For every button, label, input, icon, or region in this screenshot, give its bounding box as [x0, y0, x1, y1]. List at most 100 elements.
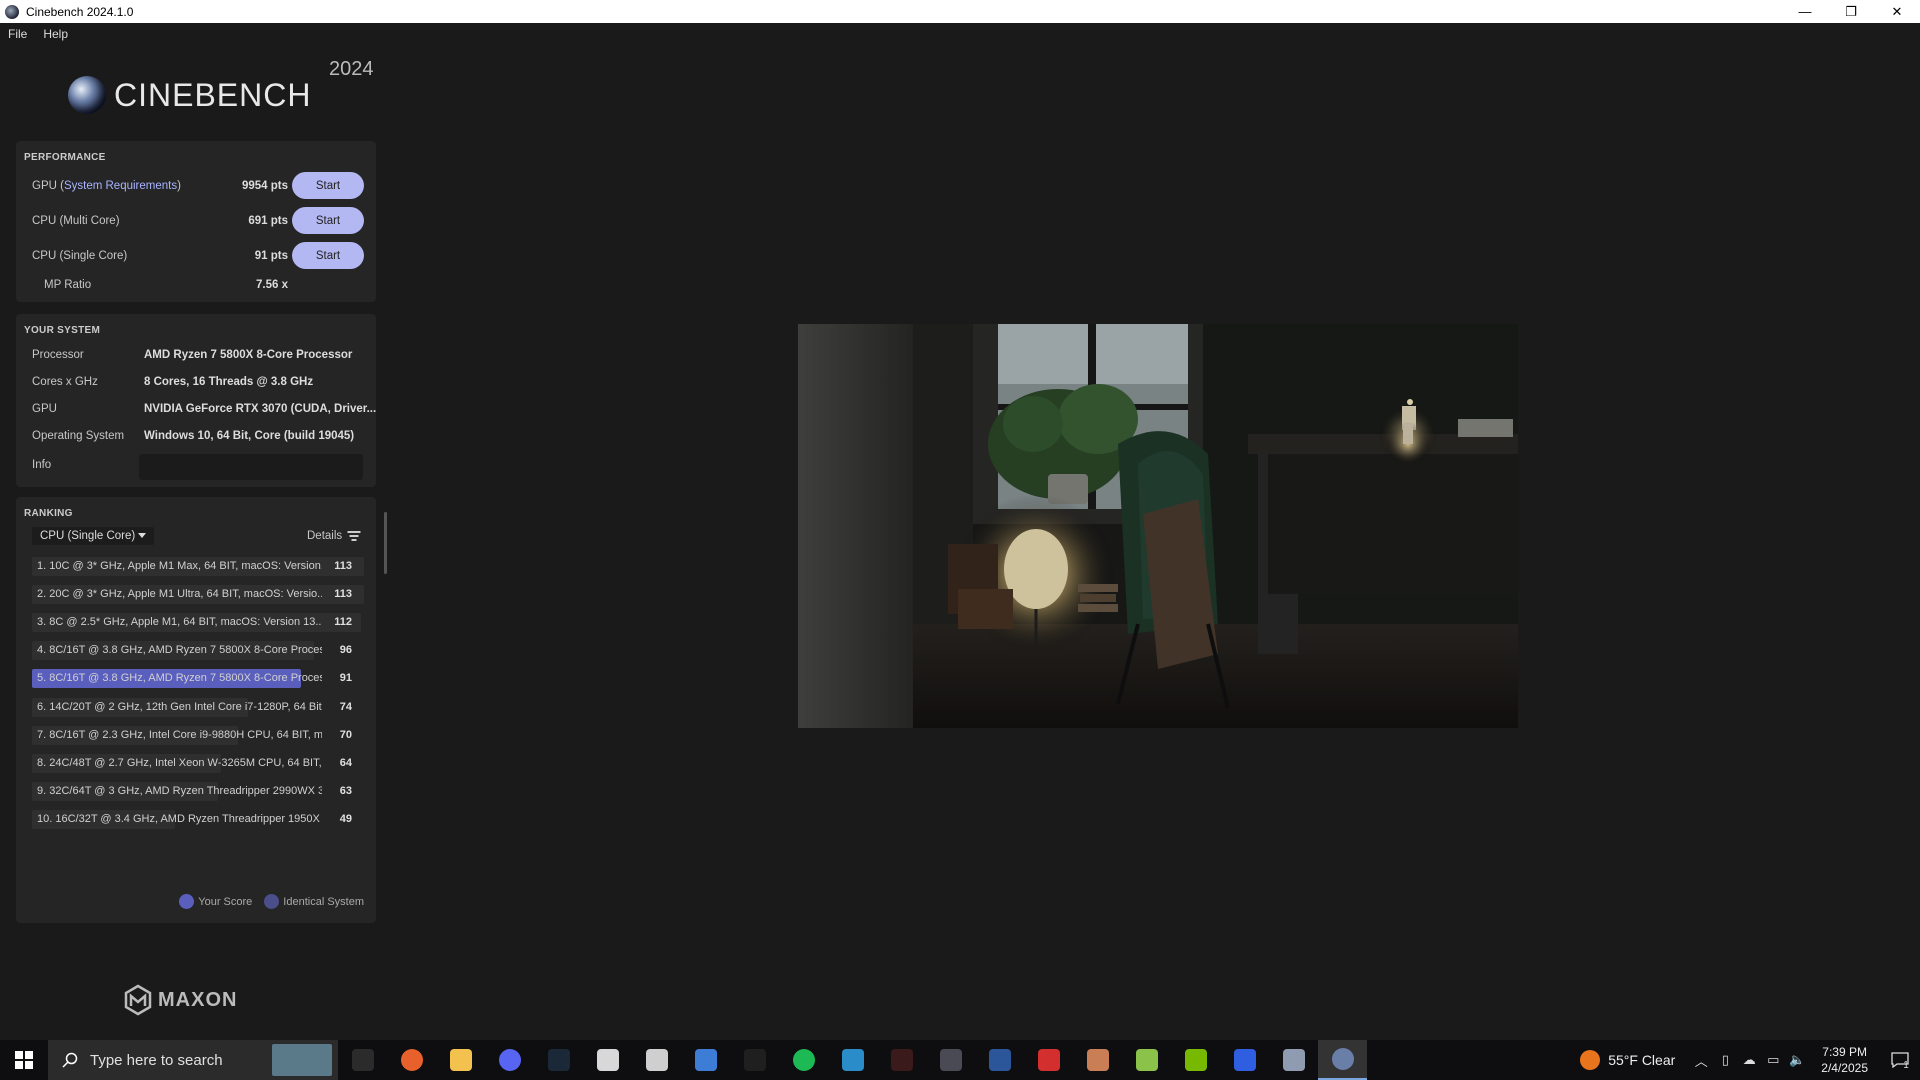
logo-year: 2024 [329, 58, 374, 80]
info-input[interactable] [139, 454, 363, 480]
onedrive-icon[interactable]: ☁ [1737, 1040, 1761, 1080]
taskbar-apps [338, 1040, 1367, 1080]
ranking-text: 3. 8C @ 2.5* GHz, Apple M1, 64 BIT, macO… [37, 616, 322, 629]
contacts-icon[interactable] [681, 1040, 730, 1080]
sys-value: AMD Ryzen 7 5800X 8-Core Processor [144, 349, 353, 361]
clock-date: 2/4/2025 [1821, 1061, 1868, 1075]
start-cpu-single-button[interactable]: Start [292, 242, 364, 269]
game-launcher-icon[interactable] [1073, 1040, 1122, 1080]
minimize-button[interactable]: — [1782, 0, 1828, 23]
task-view-icon[interactable] [338, 1040, 387, 1080]
menu-help[interactable]: Help [43, 27, 68, 41]
sys-label: Info [32, 459, 52, 471]
steam-icon[interactable] [534, 1040, 583, 1080]
app-icon[interactable] [730, 1040, 779, 1080]
title-bar: Cinebench 2024.1.0 — ❐ ✕ [0, 0, 1920, 23]
restore-button[interactable]: ❐ [1828, 0, 1874, 23]
windows-start-button[interactable] [0, 1040, 48, 1080]
media-player-icon[interactable] [1024, 1040, 1073, 1080]
menu-bar: File Help [0, 23, 1920, 45]
menu-file[interactable]: File [8, 27, 27, 41]
rockstar-icon[interactable] [877, 1040, 926, 1080]
your-system-panel: YOUR SYSTEM Processor AMD Ryzen 7 5800X … [16, 314, 376, 487]
chevron-up-icon[interactable]: ︿ [1689, 1040, 1713, 1080]
roblox-icon[interactable] [583, 1040, 632, 1080]
ranking-row[interactable]: 5. 8C/16T @ 3.8 GHz, AMD Ryzen 7 5800X 8… [32, 669, 364, 689]
network-icon[interactable]: ▭ [1761, 1040, 1785, 1080]
ranking-text: 9. 32C/64T @ 3 GHz, AMD Ryzen Threadripp… [37, 784, 322, 797]
app-glyph [351, 1049, 374, 1071]
taskbar-clock[interactable]: 7:39 PM 2/4/2025 [1821, 1044, 1868, 1076]
ranking-row[interactable]: 1. 10C @ 3* GHz, Apple M1 Max, 64 BIT, m… [32, 557, 364, 576]
ranking-score: 112 [334, 616, 352, 629]
ranking-panel: RANKING CPU (Single Core) Details 1. 10C… [16, 497, 376, 923]
search-highlight-icon [272, 1044, 332, 1076]
ranking-score: 113 [334, 560, 352, 572]
sys-row-processor: Processor AMD Ryzen 7 5800X 8-Core Proce… [16, 347, 376, 367]
search-input[interactable] [90, 1051, 260, 1069]
ranking-score: 64 [339, 756, 352, 769]
ranking-text: 1. 10C @ 3* GHz, Apple M1 Max, 64 BIT, m… [37, 560, 322, 572]
taskbar-search[interactable] [48, 1040, 338, 1080]
game-icon[interactable] [926, 1040, 975, 1080]
performance-header: PERFORMANCE [24, 152, 106, 163]
close-button[interactable]: ✕ [1874, 0, 1920, 23]
ranking-score: 74 [339, 700, 352, 713]
ranking-score: 113 [334, 588, 352, 601]
bluestacks-icon[interactable] [1122, 1040, 1171, 1080]
device-icon[interactable]: ▯ [1713, 1040, 1737, 1080]
nvidia-icon[interactable] [1171, 1040, 1220, 1080]
maxon-text: MAXON [158, 988, 238, 1011]
legend-dot [264, 894, 280, 909]
app-glyph [1233, 1049, 1256, 1071]
ranking-row[interactable]: 7. 8C/16T @ 2.3 GHz, Intel Core i9-9880H… [32, 725, 364, 745]
app-glyph [1331, 1048, 1354, 1070]
panel-scrollbar[interactable] [384, 512, 387, 574]
render-preview [798, 324, 1518, 728]
ranking-row[interactable]: 6. 14C/20T @ 2 GHz, 12th Gen Intel Core … [32, 697, 364, 717]
ranking-text: 7. 8C/16T @ 2.3 GHz, Intel Core i9-9880H… [37, 728, 322, 741]
perf-row-cpu-multi: CPU (Multi Core) 691 pts Start [16, 207, 376, 235]
roblox-studio-icon[interactable] [632, 1040, 681, 1080]
arc-icon[interactable] [1220, 1040, 1269, 1080]
details-button[interactable]: Details [307, 530, 361, 542]
ranking-row[interactable]: 10. 16C/32T @ 3.4 GHz, AMD Ryzen Threadr… [32, 809, 364, 829]
firefox-icon[interactable] [387, 1040, 436, 1080]
word-icon[interactable] [975, 1040, 1024, 1080]
ranking-category-dropdown[interactable]: CPU (Single Core) [32, 527, 154, 545]
ranking-text: 6. 14C/20T @ 2 GHz, 12th Gen Intel Core … [37, 700, 322, 713]
logo-text: CINEBENCH [114, 76, 312, 113]
spotify-icon[interactable] [779, 1040, 828, 1080]
legend-dot [179, 894, 195, 909]
start-cpu-multi-button[interactable]: Start [292, 207, 364, 234]
ranking-score: 63 [339, 784, 352, 797]
app-glyph [1086, 1049, 1109, 1071]
perf-label: CPU (Multi Core) [32, 215, 120, 227]
app-glyph [645, 1049, 668, 1071]
app-glyph [988, 1049, 1011, 1071]
notification-center-button[interactable]: 1 [1880, 1040, 1920, 1080]
system-requirements-link[interactable]: System Requirements [64, 180, 177, 192]
ranking-header: RANKING [24, 508, 73, 519]
ranking-row[interactable]: 4. 8C/16T @ 3.8 GHz, AMD Ryzen 7 5800X 8… [32, 641, 364, 661]
qbittorrent-icon[interactable] [828, 1040, 877, 1080]
mp-ratio-value: 7.56 x [256, 279, 288, 291]
start-gpu-button[interactable]: Start [292, 172, 364, 199]
weather-widget[interactable]: 55°F Clear [1580, 1050, 1675, 1070]
file-explorer-icon[interactable] [436, 1040, 485, 1080]
maxon-logo: MAXON [124, 984, 237, 1016]
ranking-row[interactable]: 8. 24C/48T @ 2.7 GHz, Intel Xeon W-3265M… [32, 753, 364, 773]
perf-label: GPU (System Requirements) [32, 180, 181, 192]
remote-icon[interactable] [1269, 1040, 1318, 1080]
discord-icon[interactable] [485, 1040, 534, 1080]
cinebench-icon[interactable] [1318, 1040, 1367, 1080]
volume-icon[interactable]: 🔈 [1785, 1040, 1809, 1080]
sys-row-cores: Cores x GHz 8 Cores, 16 Threads @ 3.8 GH… [16, 374, 376, 394]
ranking-row[interactable]: 9. 32C/64T @ 3 GHz, AMD Ryzen Threadripp… [32, 781, 364, 801]
ranking-score: 70 [339, 728, 352, 741]
ranking-row[interactable]: 2. 20C @ 3* GHz, Apple M1 Ultra, 64 BIT,… [32, 585, 364, 605]
perf-score: 691 pts [248, 215, 288, 227]
cinebench-sphere-icon [68, 76, 106, 114]
ranking-row[interactable]: 3. 8C @ 2.5* GHz, Apple M1, 64 BIT, macO… [32, 613, 364, 633]
sys-label: GPU [32, 403, 57, 415]
